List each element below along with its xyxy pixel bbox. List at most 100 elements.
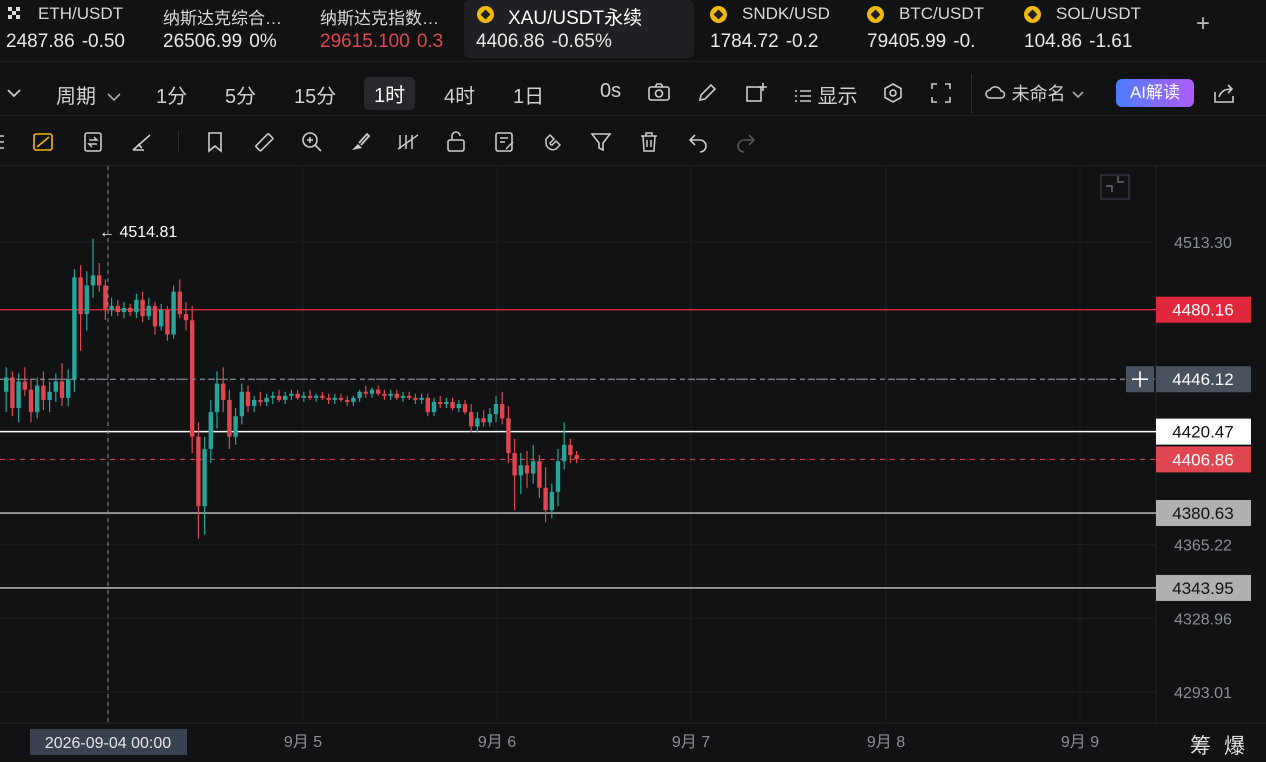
candle-body [128, 307, 133, 313]
binance-coin-icon [710, 6, 727, 23]
candle-body [295, 393, 300, 398]
candle-body [413, 397, 418, 400]
grid-icon [8, 7, 22, 21]
hide-drawings-icon[interactable] [396, 130, 420, 154]
interval-4h[interactable]: 4时 [444, 80, 475, 109]
candle-body [227, 399, 232, 437]
redo-icon[interactable] [734, 130, 758, 154]
candle-body [462, 403, 468, 413]
pattern-tool-icon[interactable] [32, 130, 56, 154]
ticker-strip: ETH/USDT 2487.86 -0.50 纳斯达克综合… 26506.99 0%… [0, 0, 1266, 62]
candle-body [41, 385, 46, 400]
candle-body [524, 465, 530, 474]
candle-body [72, 277, 77, 380]
trash-icon[interactable] [637, 130, 661, 154]
candle-body [270, 395, 275, 398]
ticker-item-sol[interactable]: SOL/USDT 104.86 -1.61 [1024, 0, 1156, 58]
camera-icon[interactable] [648, 82, 670, 108]
candle-body [376, 389, 381, 394]
magnet-icon[interactable] [541, 130, 565, 154]
candle-body [78, 277, 83, 315]
interval-15m[interactable]: 15分 [294, 80, 336, 109]
add-indicator-icon[interactable] [745, 82, 767, 110]
candle-body [407, 395, 412, 398]
bookmark-icon[interactable] [204, 130, 228, 154]
candle-body [444, 401, 449, 404]
ticker-name: SOL/USDT [1056, 4, 1142, 23]
settings-hexagon-icon[interactable] [882, 82, 904, 110]
chart-settings-char[interactable]: 筹 [1190, 730, 1211, 760]
candle-body [307, 395, 313, 398]
candle-body [301, 395, 306, 398]
candle-body [363, 391, 368, 394]
drawing-toolbar [0, 118, 1266, 166]
y-tick-label: 4328.96 [1174, 612, 1232, 629]
measure-tool-icon[interactable] [130, 130, 154, 154]
interval-5m[interactable]: 5分 [225, 80, 256, 109]
candle-body [190, 320, 195, 437]
brush-icon[interactable] [348, 130, 372, 154]
candle-body [146, 305, 151, 317]
liquidation-char[interactable]: 爆 [1224, 730, 1245, 760]
candle-body [425, 397, 430, 413]
interval-1d[interactable]: 1日 [513, 80, 544, 109]
y-tick-label: 4365.22 [1174, 537, 1232, 554]
candle-body [245, 391, 251, 407]
candle-body [314, 395, 319, 398]
x-tick-label: 9月 9 [1061, 734, 1099, 751]
candle-body [382, 393, 387, 396]
candle-body [357, 391, 362, 398]
ticker-item-btc[interactable]: BTC/USDT 79405.99 -0. [867, 0, 1002, 58]
ai-analysis-button[interactable]: AI解读 [1116, 79, 1194, 107]
ticker-item-eth[interactable]: ETH/USDT 2487.86 -0.50 [6, 0, 138, 58]
partial-tool-icon[interactable] [0, 130, 16, 154]
candle-body [264, 397, 269, 402]
candle-body [431, 401, 437, 413]
ticker-price: 26506.99 [163, 31, 243, 52]
interval-1h[interactable]: 1时 [364, 77, 416, 110]
zoom-in-icon[interactable] [300, 130, 324, 154]
ruler-icon[interactable] [252, 130, 276, 154]
ticker-price: 4406.86 [476, 31, 545, 52]
ticker-name: SNDK/USD [742, 4, 830, 23]
candle-body [103, 285, 108, 311]
chart-background [0, 166, 1266, 762]
price-chart[interactable]: 4513.30 4365.22 4328.96 4293.01 4480.16 4446.… [0, 166, 1266, 762]
edit-list-icon[interactable] [493, 130, 517, 154]
swap-tool-icon[interactable] [81, 130, 105, 154]
y-tick-label: 4293.01 [1174, 685, 1232, 702]
candle-body [66, 379, 71, 398]
candle-body [469, 412, 474, 427]
period-dropdown[interactable]: 周期 [56, 80, 122, 109]
candle-body [338, 397, 344, 400]
undo-icon[interactable] [686, 130, 710, 154]
candle-body [320, 395, 325, 398]
candle-body [59, 381, 65, 398]
cloud-icon [985, 86, 1006, 99]
add-tab-icon[interactable]: + [1196, 10, 1210, 38]
layout-dropdown[interactable]: 未命名 [984, 80, 1085, 106]
candle-body [140, 299, 145, 317]
ticker-price-row: 26506.99 0% [163, 31, 277, 53]
candle-body [500, 403, 505, 419]
candle-body [332, 397, 337, 400]
candle-body [400, 395, 406, 398]
ticker-item-nasdaq-composite[interactable]: 纳斯达克综合… 26506.99 0% [163, 0, 303, 58]
candle-body [239, 391, 244, 417]
ticker-item-xau-active[interactable]: XAU/USDT永续 4406.86 -0.65% [464, 0, 694, 58]
countdown-label[interactable]: 0s [600, 80, 621, 103]
candle-body [183, 314, 189, 321]
lock-icon[interactable] [444, 130, 468, 154]
candle-body [214, 383, 220, 413]
ticker-item-nasdaq-index[interactable]: 纳斯达克指数… 29615.100 0.3 [320, 0, 452, 58]
price-line-label: 4420.47 [1172, 423, 1233, 442]
pencil-icon[interactable] [696, 82, 718, 110]
filter-icon[interactable] [589, 130, 613, 154]
ticker-item-sndk[interactable]: SNDK/USD 1784.72 -0.2 [710, 0, 845, 58]
interval-1m[interactable]: 1分 [156, 80, 187, 109]
fullscreen-icon[interactable] [930, 82, 952, 110]
collapse-chevron-icon[interactable] [6, 82, 22, 105]
share-icon[interactable] [1213, 82, 1235, 110]
ticker-price: 2487.86 [6, 31, 75, 52]
display-button[interactable]: 显示 [794, 80, 858, 109]
